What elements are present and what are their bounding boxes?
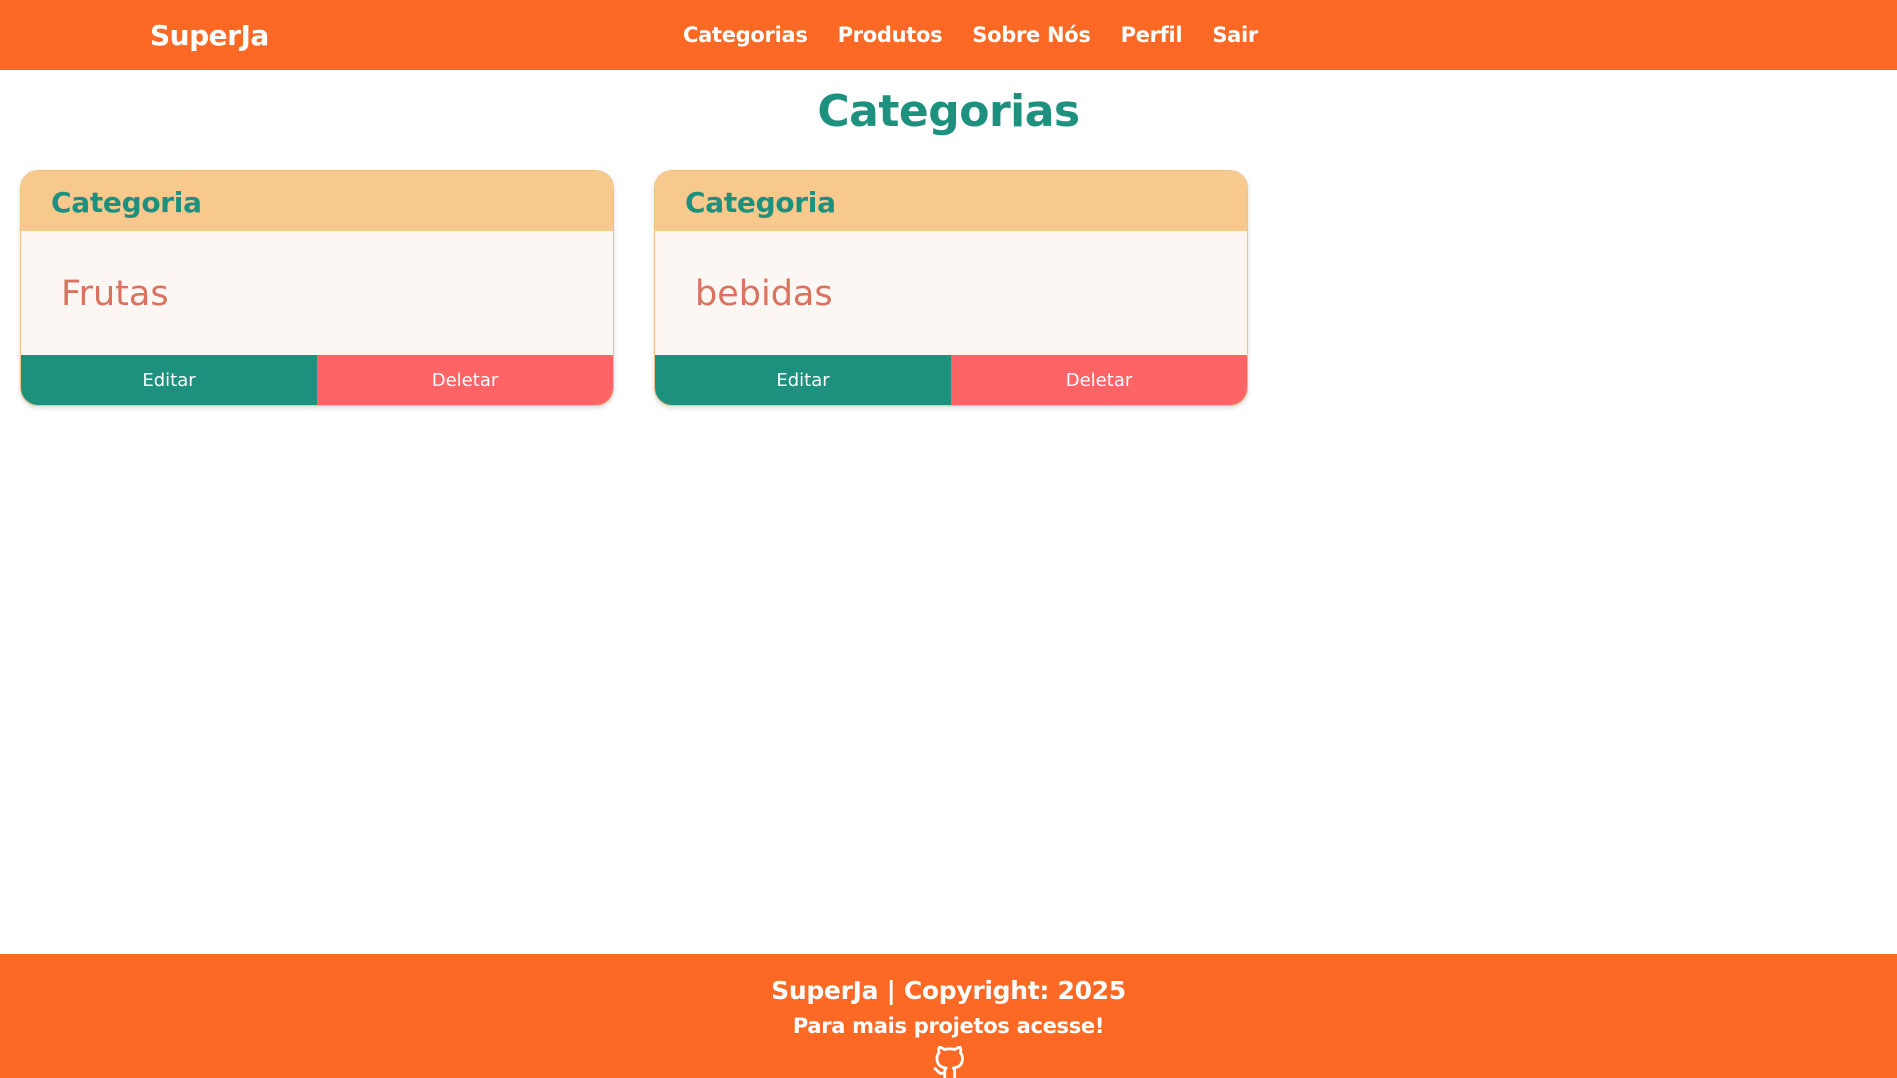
edit-button[interactable]: Editar: [655, 355, 951, 405]
card-header: Categoria: [21, 171, 613, 231]
edit-button[interactable]: Editar: [21, 355, 317, 405]
delete-button[interactable]: Deletar: [317, 355, 613, 405]
page: SuperJa Categorias Produtos Sobre Nós Pe…: [0, 0, 1897, 1078]
nav-links: Categorias Produtos Sobre Nós Perfil Sai…: [683, 0, 1288, 70]
card-actions: Editar Deletar: [21, 355, 613, 405]
category-name: bebidas: [655, 231, 1247, 355]
brand-logo[interactable]: SuperJa: [150, 0, 269, 70]
nav-link-produtos[interactable]: Produtos: [838, 23, 943, 47]
delete-button[interactable]: Deletar: [951, 355, 1247, 405]
category-card: Categoria bebidas Editar Deletar: [654, 170, 1248, 406]
navbar: SuperJa Categorias Produtos Sobre Nós Pe…: [0, 0, 1897, 70]
category-name: Frutas: [21, 231, 613, 355]
footer: SuperJa | Copyright: 2025 Para mais proj…: [0, 954, 1897, 1078]
page-title: Categorias: [817, 86, 1080, 137]
footer-copyright: SuperJa | Copyright: 2025: [771, 976, 1126, 1005]
nav-link-sobre-nos[interactable]: Sobre Nós: [972, 23, 1091, 47]
card-actions: Editar Deletar: [655, 355, 1247, 405]
footer-cta: Para mais projetos acesse!: [792, 1014, 1105, 1038]
category-card: Categoria Frutas Editar Deletar: [20, 170, 614, 406]
nav-link-sair[interactable]: Sair: [1212, 23, 1258, 47]
github-icon: [933, 1046, 964, 1078]
nav-link-perfil[interactable]: Perfil: [1121, 23, 1183, 47]
github-link[interactable]: [932, 1046, 966, 1078]
card-header: Categoria: [655, 171, 1247, 231]
nav-link-categorias[interactable]: Categorias: [683, 23, 808, 47]
